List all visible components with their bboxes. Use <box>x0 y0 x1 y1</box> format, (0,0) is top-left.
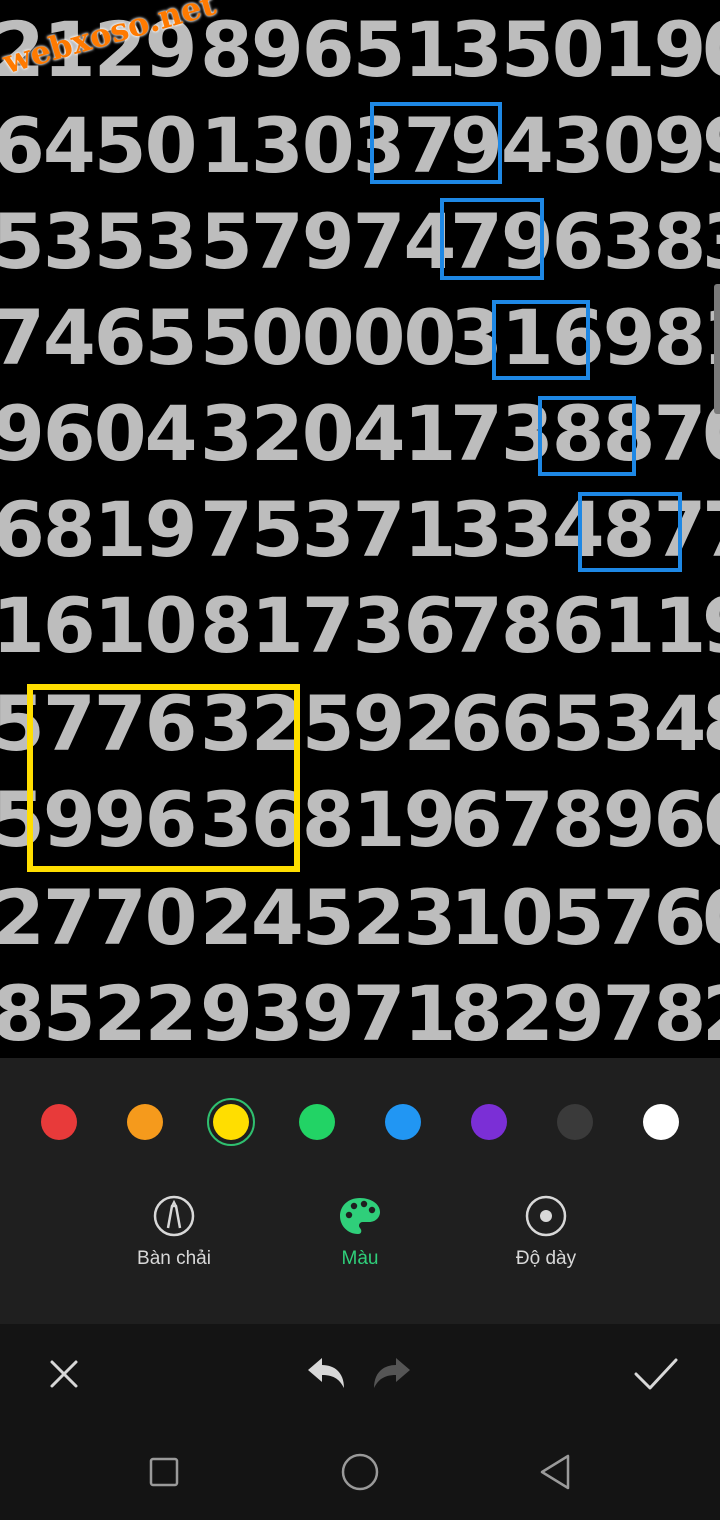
tool-color[interactable]: Màu <box>280 1194 440 1270</box>
color-swatch-blue[interactable] <box>385 1104 421 1140</box>
number-cell: 89651 <box>200 5 456 94</box>
blue-highlight-box <box>492 300 590 380</box>
number-cell: 7 <box>702 482 720 578</box>
number-cell: 9604 <box>0 389 198 478</box>
blue-highlight-box <box>370 102 502 184</box>
number-cell: 8 <box>702 676 720 772</box>
color-swatch-purple[interactable] <box>471 1104 507 1140</box>
number-cell: 1610 <box>0 581 198 670</box>
tool-thickness[interactable]: Độ dày <box>466 1194 626 1270</box>
undo-icon[interactable] <box>304 1354 348 1394</box>
color-swatch-red[interactable] <box>41 1104 77 1140</box>
tool-color-label: Màu <box>341 1248 379 1269</box>
palette-icon <box>338 1194 382 1238</box>
number-cell: 66534 <box>450 679 706 768</box>
number-cell: 8522 <box>0 969 198 1058</box>
number-cell: 2 <box>702 966 720 1058</box>
tool-brush-label: Bàn chải <box>137 1248 211 1269</box>
number-cell: 0 <box>702 870 720 966</box>
edge-handle[interactable] <box>714 284 720 414</box>
number-cell: 2770 <box>0 873 198 962</box>
number-cell: 93971 <box>200 969 456 1058</box>
blue-highlight-box <box>578 492 682 572</box>
number-cell: 78611 <box>450 581 706 670</box>
redo-icon[interactable] <box>370 1354 414 1394</box>
number-cell: 81736 <box>200 581 456 670</box>
drawing-canvas[interactable]: 2129 89651 35019 0 6450 13037 94309 9 53… <box>0 0 720 1058</box>
yellow-highlight-box <box>27 684 300 872</box>
number-cell: 67896 <box>450 775 706 864</box>
number-cell: 6819 <box>0 485 198 574</box>
pen-nib-icon <box>152 1194 196 1238</box>
number-cell: 24523 <box>200 873 456 962</box>
number-cell: 6 <box>702 772 720 868</box>
number-cell: 82978 <box>450 969 706 1058</box>
number-cell: 0 <box>702 2 720 98</box>
action-bar <box>0 1324 720 1424</box>
number-cell: 7465 <box>0 293 198 382</box>
number-cell: 10576 <box>450 873 706 962</box>
number-cell: 50000 <box>200 293 456 382</box>
blue-highlight-box <box>440 198 544 280</box>
blue-highlight-box <box>538 396 636 476</box>
square-icon[interactable] <box>148 1456 180 1488</box>
tool-brush[interactable]: Bàn chải <box>94 1194 254 1270</box>
drawing-toolbar-panel <box>0 1058 720 1324</box>
close-icon[interactable] <box>44 1354 84 1394</box>
number-cell: 75371 <box>200 485 456 574</box>
color-swatch-yellow-selected[interactable] <box>207 1098 255 1146</box>
circle-icon[interactable] <box>340 1452 380 1492</box>
triangle-back-icon[interactable] <box>536 1452 576 1492</box>
color-swatch-dark-gray[interactable] <box>557 1104 593 1140</box>
color-swatch-orange[interactable] <box>127 1104 163 1140</box>
number-cell: 5353 <box>0 197 198 286</box>
number-cell: 3 <box>702 194 720 290</box>
check-icon[interactable] <box>632 1352 680 1396</box>
number-cell: 35019 <box>450 5 706 94</box>
number-cell: 9 <box>702 98 720 194</box>
number-cell: 9 <box>702 578 720 674</box>
number-cell: 6450 <box>0 101 198 190</box>
number-cell: 57974 <box>200 197 456 286</box>
number-cell: 32041 <box>200 389 456 478</box>
color-swatch-green[interactable] <box>299 1104 335 1140</box>
tool-thickness-label: Độ dày <box>515 1248 577 1269</box>
color-swatch-white[interactable] <box>643 1104 679 1140</box>
radio-dot-icon <box>524 1194 568 1238</box>
